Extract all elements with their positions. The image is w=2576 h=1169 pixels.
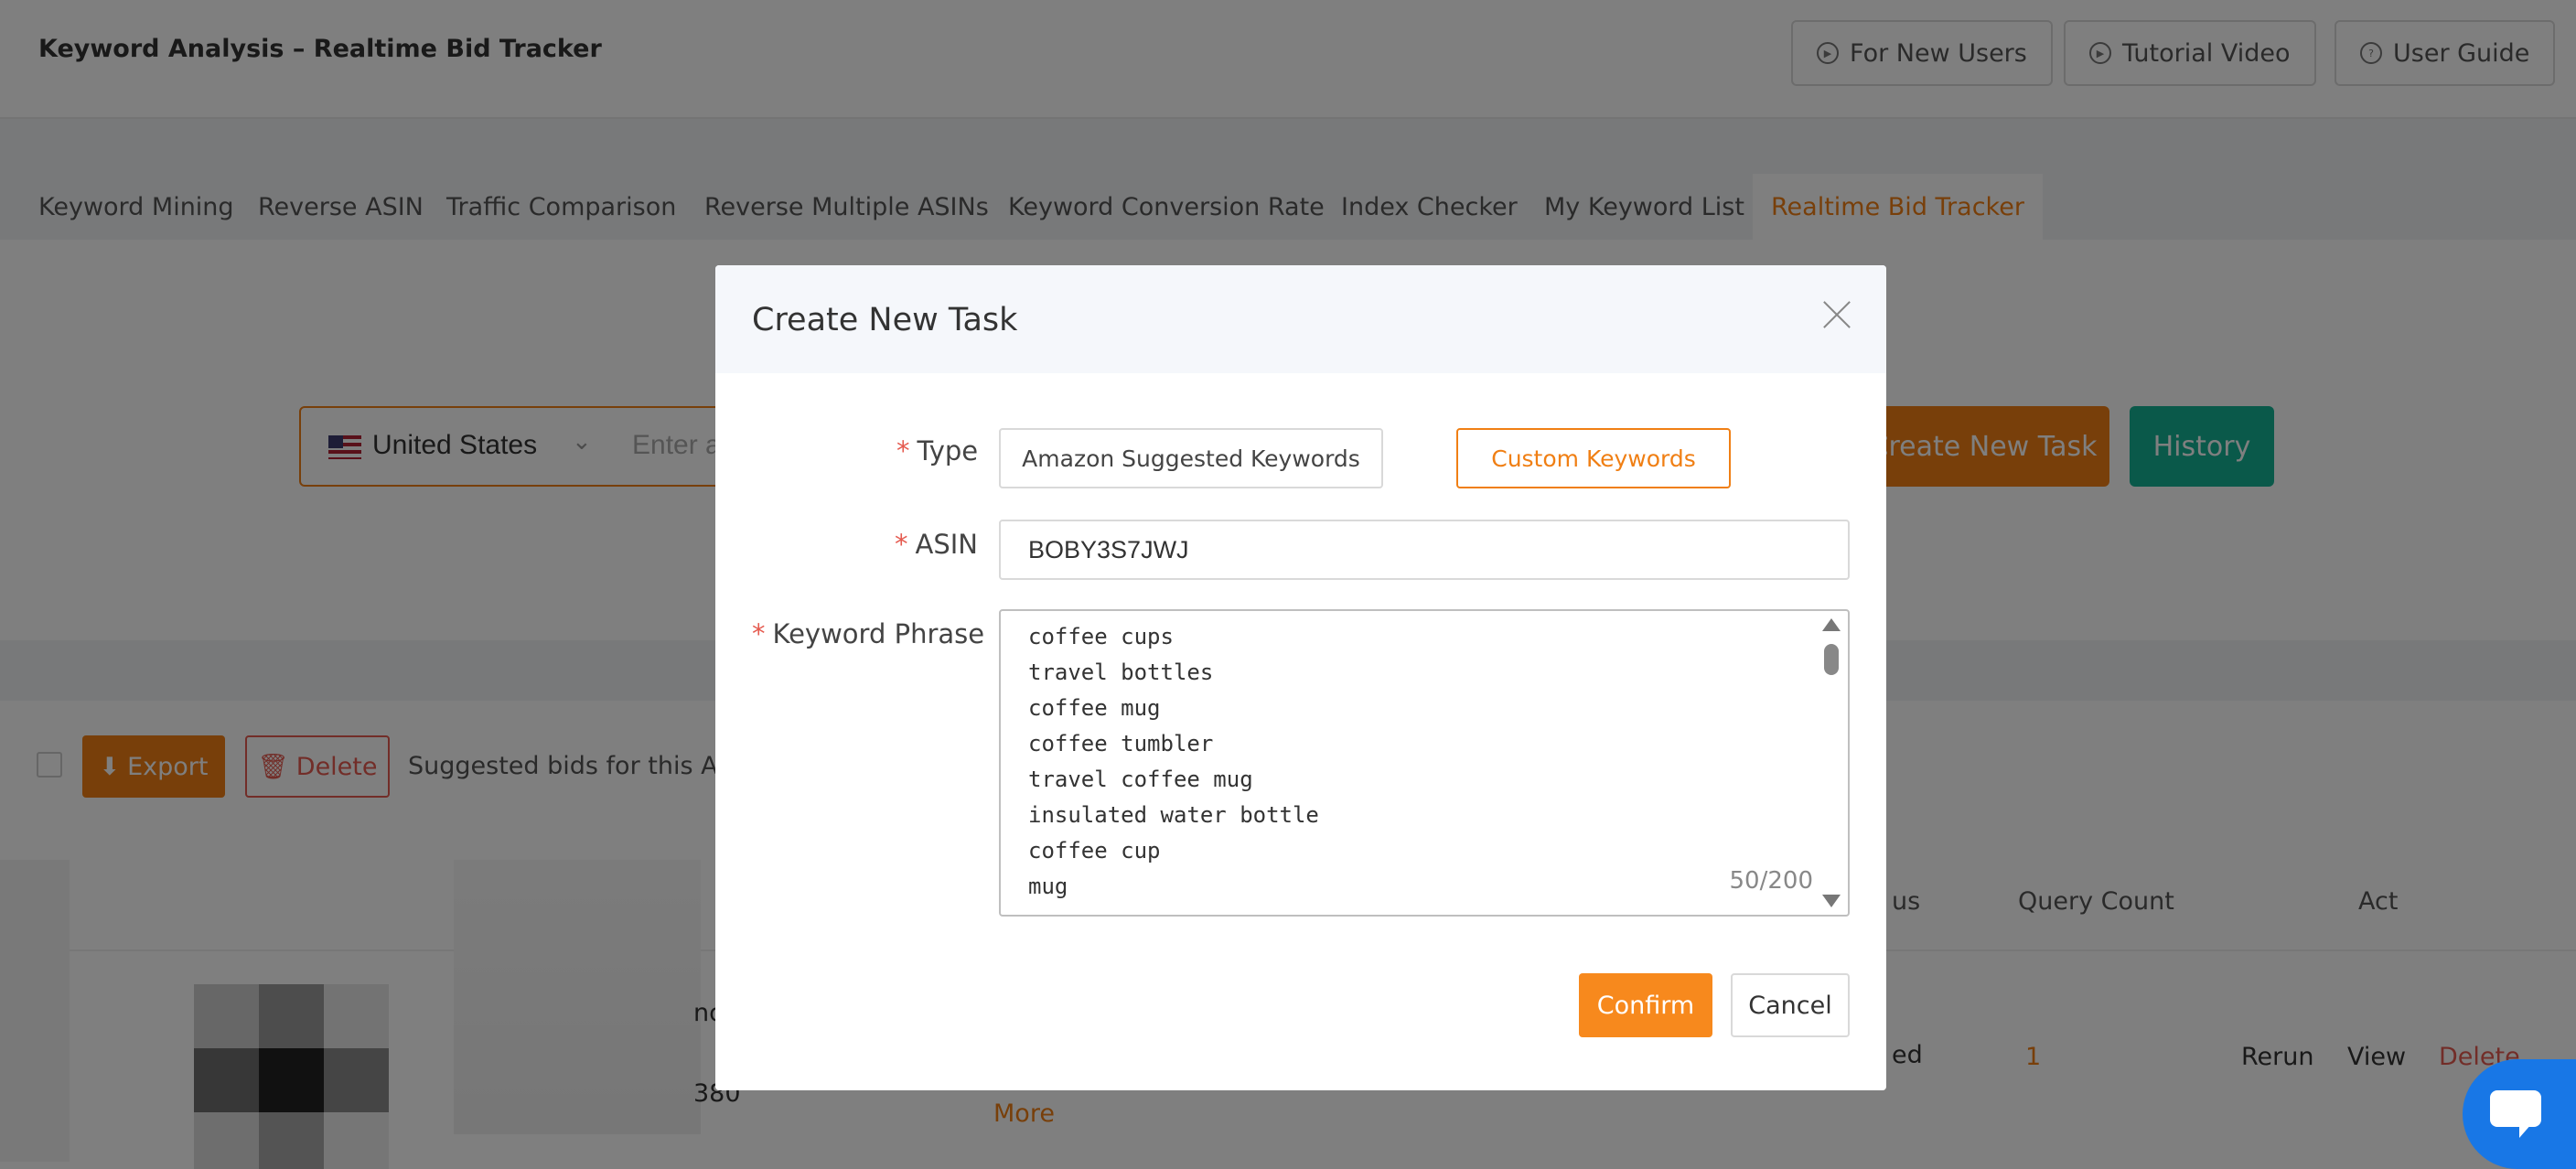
create-task-modal: Create New Task * Type Amazon Suggested K… [715, 265, 1886, 1090]
type-option-custom-keywords[interactable]: Custom Keywords [1456, 428, 1731, 488]
keyword-line: travel coffee mug [1028, 767, 1253, 792]
keyword-line: travel bottles [1028, 660, 1214, 685]
required-marker: * [895, 529, 908, 560]
keyword-counter: 50/200 [1729, 867, 1813, 895]
keyword-line: coffee cups [1028, 624, 1174, 649]
modal-header: Create New Task [715, 265, 1886, 373]
keyword-line: coffee cup [1028, 838, 1161, 863]
chat-bubble-icon [2490, 1090, 2541, 1138]
required-marker: * [896, 435, 910, 467]
scroll-down-arrow-icon[interactable] [1822, 895, 1841, 907]
chat-widget-button[interactable] [2463, 1059, 2576, 1169]
required-marker: * [752, 618, 766, 649]
type-label: * Type [896, 435, 979, 467]
keyword-line: coffee mug [1028, 695, 1161, 721]
asin-input[interactable]: BOBY3S7JWJ [999, 520, 1850, 580]
scrollbar-thumb[interactable] [1824, 644, 1839, 675]
keyword-line: coffee tumbler [1028, 731, 1214, 756]
close-icon[interactable] [1819, 296, 1855, 333]
keyword-line: insulated water bottle [1028, 802, 1319, 828]
keyword-phrase-textarea[interactable]: coffee cups travel bottles coffee mug co… [999, 609, 1850, 917]
cancel-button[interactable]: Cancel [1731, 973, 1850, 1037]
scroll-up-arrow-icon[interactable] [1822, 618, 1841, 631]
confirm-button[interactable]: Confirm [1579, 973, 1712, 1037]
keyword-line: mug [1028, 874, 1068, 899]
modal-title: Create New Task [752, 302, 1018, 338]
asin-label: * ASIN [895, 529, 978, 560]
keyword-phrase-label: * Keyword Phrase [752, 618, 985, 649]
type-option-amazon-suggested[interactable]: Amazon Suggested Keywords [999, 428, 1383, 488]
